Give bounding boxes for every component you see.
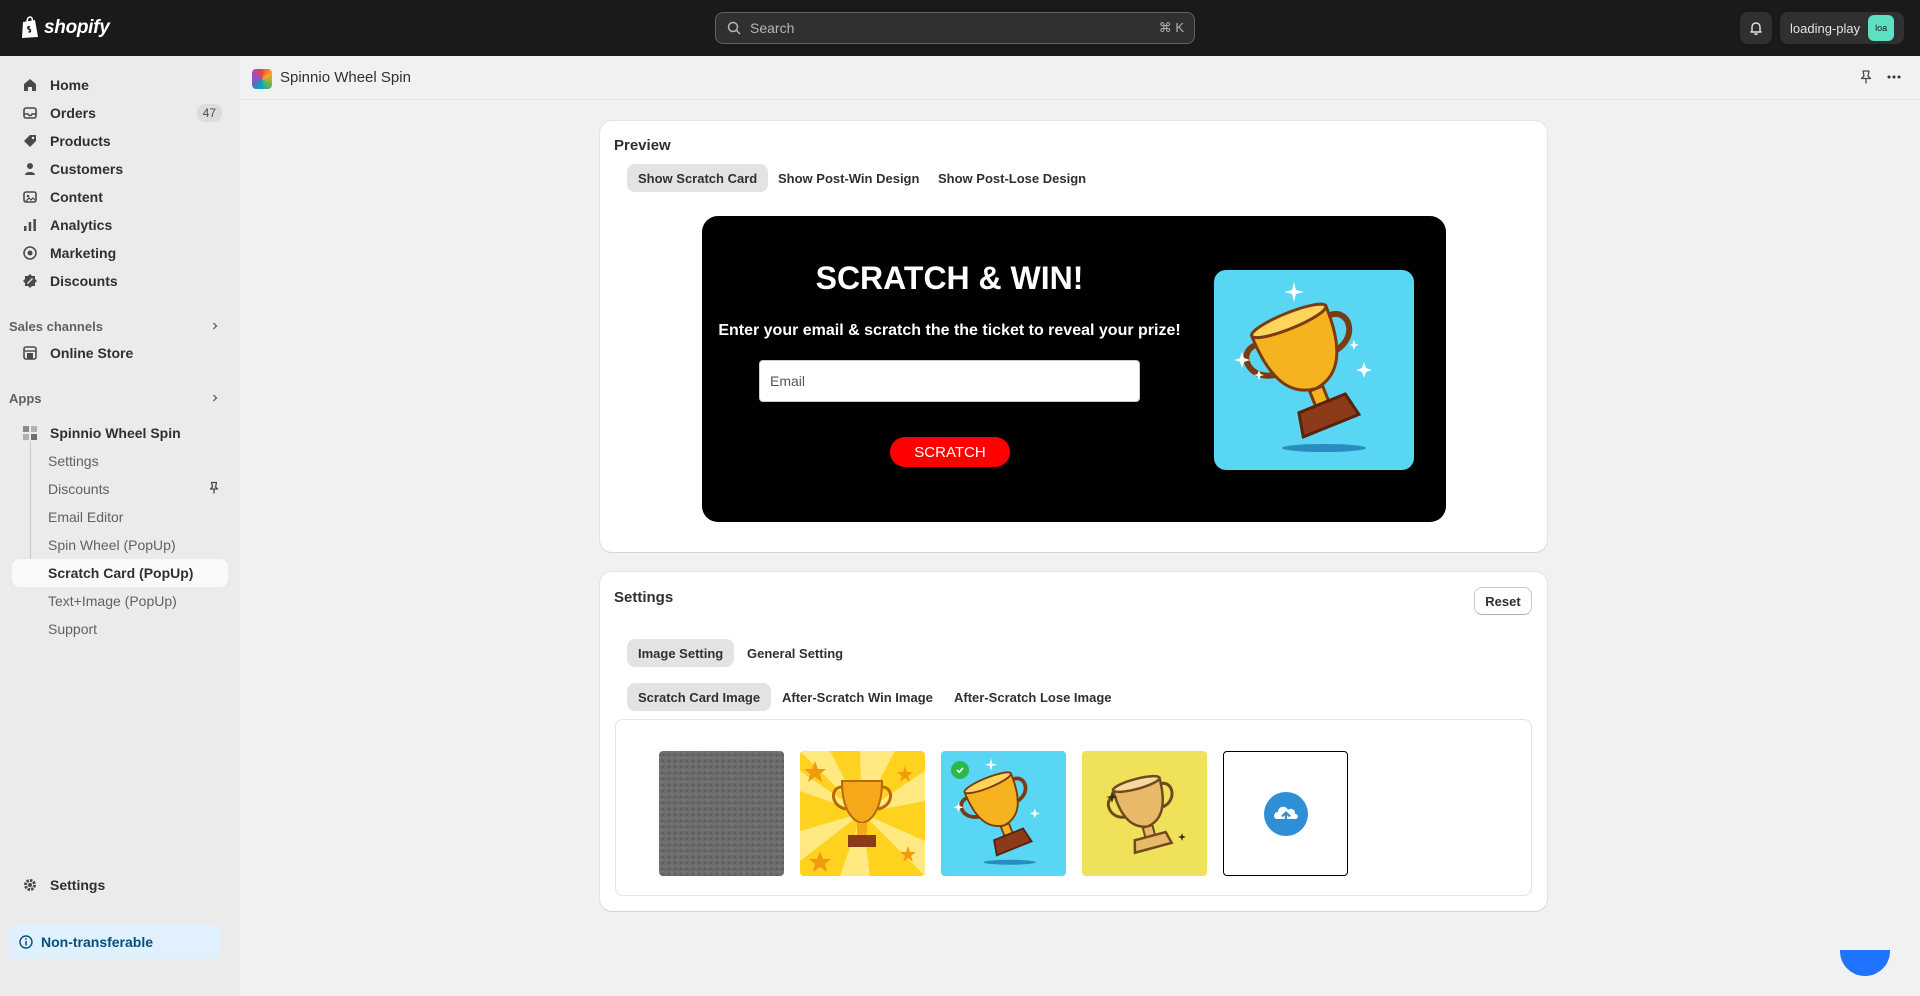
popup-trophy-image (1214, 270, 1414, 470)
settings-title: Settings (614, 589, 674, 606)
sidebar-item-products[interactable]: Products (12, 127, 228, 155)
gear-icon (24, 879, 36, 891)
search-placeholder: Search (750, 20, 795, 36)
avatar: loa (1868, 15, 1895, 41)
discount-icon (23, 274, 37, 288)
tab-show-post-win[interactable]: Show Post-Win Design (767, 164, 930, 192)
sidebar-subitem-discounts[interactable]: Discounts (12, 475, 228, 503)
sidebar-item-label: Online Store (50, 345, 134, 361)
search-shortcut: ⌘ K (1158, 20, 1184, 35)
trophy-icon (1234, 282, 1372, 452)
sidebar-subitem-text-image[interactable]: Text+Image (PopUp) (12, 587, 228, 615)
image-option-trophy-gold[interactable] (1082, 751, 1207, 876)
popup-subheading: Enter your email & scratch the the ticke… (718, 322, 1181, 339)
sidebar-item-label: Customers (50, 161, 124, 177)
content-icon (23, 191, 37, 203)
image-option-trophy-yellow-burst[interactable] (800, 751, 925, 876)
sidebar-subitem-support[interactable]: Support (12, 615, 228, 643)
sidebar-item-label: Settings (50, 877, 106, 893)
scratch-button[interactable]: SCRATCH (890, 437, 1010, 467)
image-option-gray-texture[interactable] (659, 751, 784, 876)
sidebar-item-label: Orders (50, 105, 96, 121)
target-icon (23, 246, 37, 260)
more-horizontal-icon[interactable] (1886, 69, 1902, 85)
trophy-burst-image (800, 751, 925, 876)
page-title: Spinnio Wheel Spin (280, 69, 411, 86)
sidebar-item-label: Home (50, 77, 89, 93)
sidebar-subitem-spin-wheel[interactable]: Spin Wheel (PopUp) (12, 531, 228, 559)
shopify-bag-icon (22, 16, 38, 38)
logo-text: shopify (44, 16, 110, 38)
sidebar-item-label: Discounts (50, 273, 118, 289)
sidebar-item-label: Analytics (50, 217, 113, 233)
search-icon (727, 21, 741, 35)
chat-widget-button[interactable] (1840, 950, 1890, 976)
app-grid-icon (23, 426, 37, 440)
sidebar-item-orders[interactable]: Orders 47 (12, 99, 228, 127)
sidebar-item-marketing[interactable]: Marketing (12, 239, 228, 267)
sidebar-item-label: Marketing (50, 245, 117, 261)
upload-cloud-icon (1263, 791, 1308, 836)
account-menu[interactable]: loading-play loa (1780, 12, 1904, 44)
tab-after-scratch-lose-image[interactable]: After-Scratch Lose Image (943, 683, 1123, 711)
sidebar-item-home[interactable]: Home (12, 71, 228, 99)
search-bar[interactable]: Search ⌘ K (715, 12, 1195, 44)
chevron-right-icon[interactable] (210, 321, 220, 331)
app-logo-icon (252, 69, 272, 89)
sidebar-item-customers[interactable]: Customers (12, 155, 228, 183)
shopify-logo[interactable]: shopify (20, 16, 110, 39)
popup-email-field[interactable]: Email (759, 360, 1140, 402)
pin-icon[interactable] (1858, 69, 1874, 85)
sidebar-item-spinnio-app[interactable]: Spinnio Wheel Spin (12, 419, 228, 447)
sidebar-subitem-settings[interactable]: Settings (12, 447, 228, 475)
tab-image-setting[interactable]: Image Setting (627, 639, 735, 667)
trophy-gold-image (1082, 751, 1207, 876)
scratch-popup-preview: SCRATCH & WIN! Enter your email & scratc… (702, 216, 1446, 522)
sidebar-item-online-store[interactable]: Online Store (12, 339, 228, 367)
store-icon (23, 346, 37, 360)
sidebar-item-label: Products (50, 133, 111, 149)
sidebar-item-settings[interactable]: Settings (12, 871, 228, 899)
apps-heading: Apps (9, 391, 42, 406)
sidebar-item-analytics[interactable]: Analytics (12, 211, 228, 239)
chart-icon (24, 219, 36, 231)
popup-heading: SCRATCH & WIN! (815, 260, 1084, 296)
notifications-button[interactable] (1740, 12, 1772, 44)
tag-icon (24, 135, 36, 147)
tab-show-scratch-card[interactable]: Show Scratch Card (627, 164, 769, 192)
orders-count-badge: 47 (196, 104, 222, 122)
tab-general-setting[interactable]: General Setting (736, 639, 854, 667)
home-icon (24, 79, 36, 91)
gray-texture-image (659, 751, 784, 876)
top-bar: shopify Search ⌘ K loading-play loa (0, 0, 1920, 56)
tab-show-post-lose[interactable]: Show Post-Lose Design (927, 164, 1097, 192)
sidebar-item-content[interactable]: Content (12, 183, 228, 211)
sidebar-item-discounts[interactable]: Discounts (12, 267, 228, 295)
selected-check-icon (951, 761, 969, 779)
info-icon (19, 935, 33, 949)
page-header: Spinnio Wheel Spin (240, 56, 1920, 100)
sidebar-item-label: Content (50, 189, 103, 205)
sales-channels-heading: Sales channels (9, 319, 103, 334)
sidebar-item-label: Spinnio Wheel Spin (50, 425, 181, 441)
non-transferable-banner[interactable]: Non-transferable (9, 925, 221, 959)
tab-scratch-card-image[interactable]: Scratch Card Image (627, 683, 772, 711)
bell-icon (1750, 22, 1762, 35)
person-icon (25, 163, 35, 175)
chevron-right-icon[interactable] (210, 393, 220, 403)
sidebar-subitem-email-editor[interactable]: Email Editor (12, 503, 228, 531)
non-transferable-label: Non-transferable (41, 934, 154, 950)
orders-icon (23, 107, 37, 119)
upload-image-button[interactable] (1223, 751, 1348, 876)
preview-title: Preview (614, 137, 671, 154)
reset-button[interactable]: Reset (1474, 587, 1532, 615)
tab-after-scratch-win-image[interactable]: After-Scratch Win Image (771, 683, 944, 711)
account-name: loading-play (1790, 20, 1861, 36)
sidebar-subitem-scratch-card[interactable]: Scratch Card (PopUp) (12, 559, 228, 587)
sidebar: Home Orders 47 Products Customers Conten… (0, 56, 240, 996)
